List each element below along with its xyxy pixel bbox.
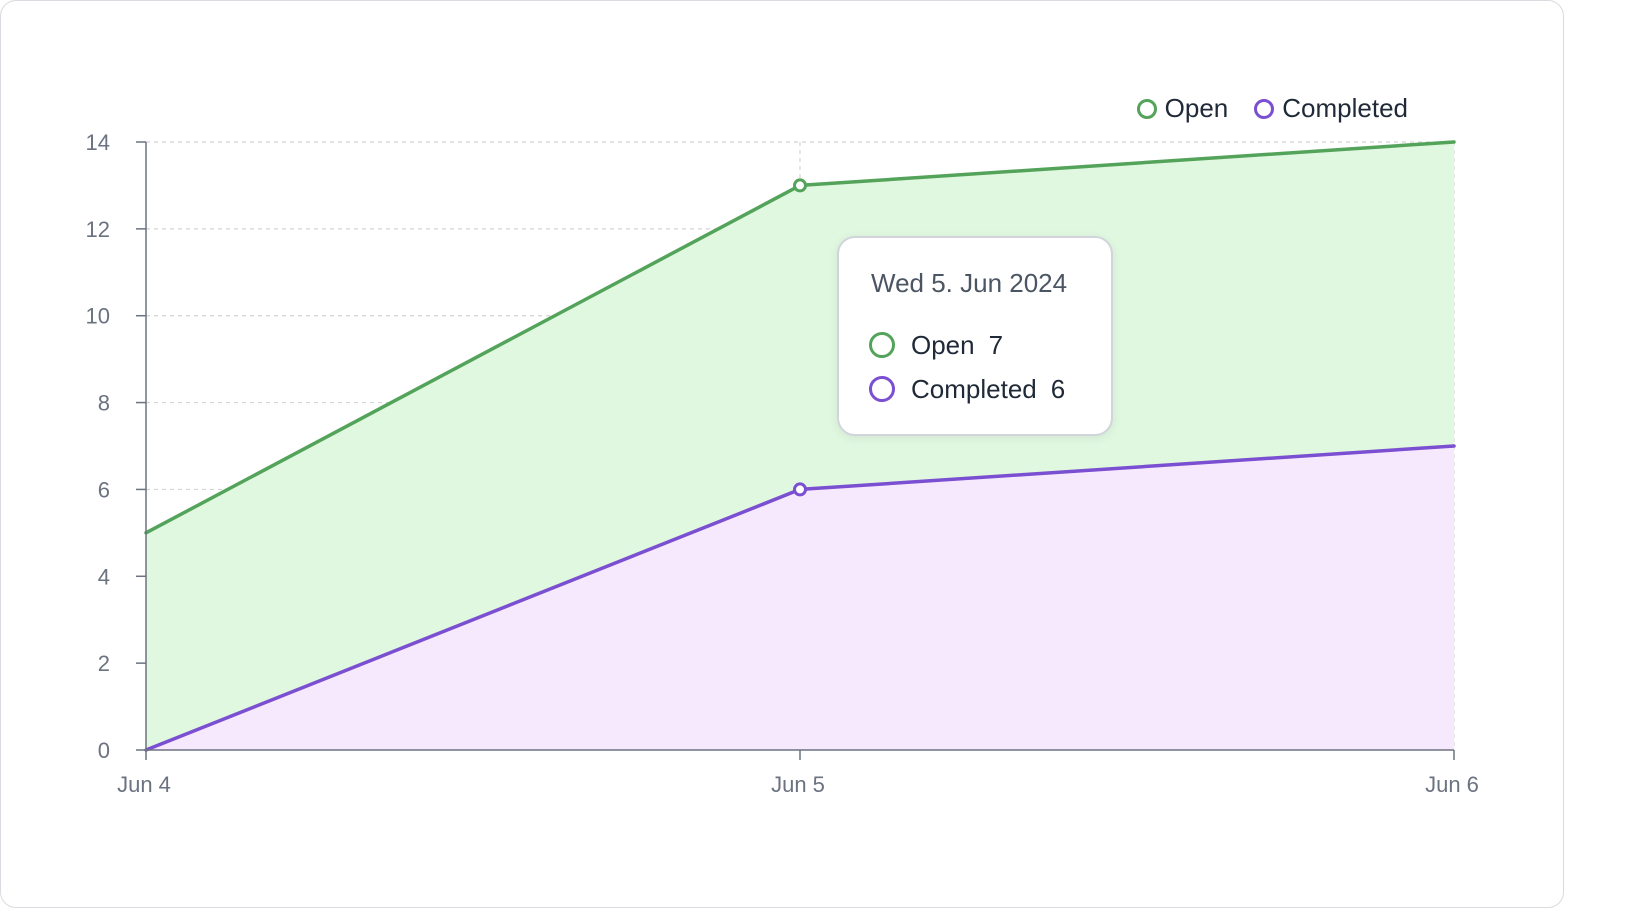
tooltip-row-open: Open 7 (869, 323, 1081, 367)
tooltip-label-open: Open (911, 329, 975, 360)
legend-item-completed[interactable]: Completed (1254, 93, 1408, 124)
tooltip-value-open: 7 (988, 329, 1004, 360)
y-tick-label: 10 (86, 304, 110, 329)
tooltip-label-completed: Completed (911, 373, 1037, 404)
data-point-completed (793, 482, 807, 497)
y-tick-label: 8 (98, 391, 110, 416)
y-tick-label: 12 (86, 217, 110, 242)
chart-tooltip: Wed 5. Jun 2024 Open 7 Completed 6 (837, 236, 1113, 436)
x-tick-label: Jun 5 (771, 772, 825, 797)
y-tick-label: 0 (98, 738, 110, 763)
legend-label-open: Open (1164, 93, 1229, 123)
x-tick-label: Jun 6 (1425, 772, 1479, 797)
tooltip-value-completed: 6 (1050, 373, 1066, 404)
legend-open-marker-icon (1136, 98, 1157, 119)
chart-card: 0 2 4 6 8 10 12 14 Jun 4 Jun 5 Jun 6 Open Complete… (0, 0, 1564, 908)
tooltip-completed-marker-icon (869, 376, 895, 402)
legend-label-completed: Completed (1282, 93, 1408, 123)
tooltip-open-marker-icon (869, 332, 895, 358)
tooltip-row-completed: Completed 6 (869, 367, 1081, 411)
y-tick-label: 6 (98, 477, 110, 502)
y-tick-label: 2 (98, 651, 110, 676)
y-tick-label: 14 (86, 130, 110, 155)
chart-legend: Open Completed (1136, 93, 1408, 124)
legend-item-open[interactable]: Open (1136, 93, 1229, 124)
y-tick-label: 4 (98, 564, 110, 589)
stacked-area-chart: 0 2 4 6 8 10 12 14 Jun 4 Jun 5 Jun 6 (86, 130, 1479, 797)
x-tick-label: Jun 4 (117, 772, 171, 797)
tooltip-title: Wed 5. Jun 2024 (871, 268, 1068, 298)
legend-completed-marker-icon (1254, 98, 1275, 119)
data-point-open (793, 178, 807, 193)
